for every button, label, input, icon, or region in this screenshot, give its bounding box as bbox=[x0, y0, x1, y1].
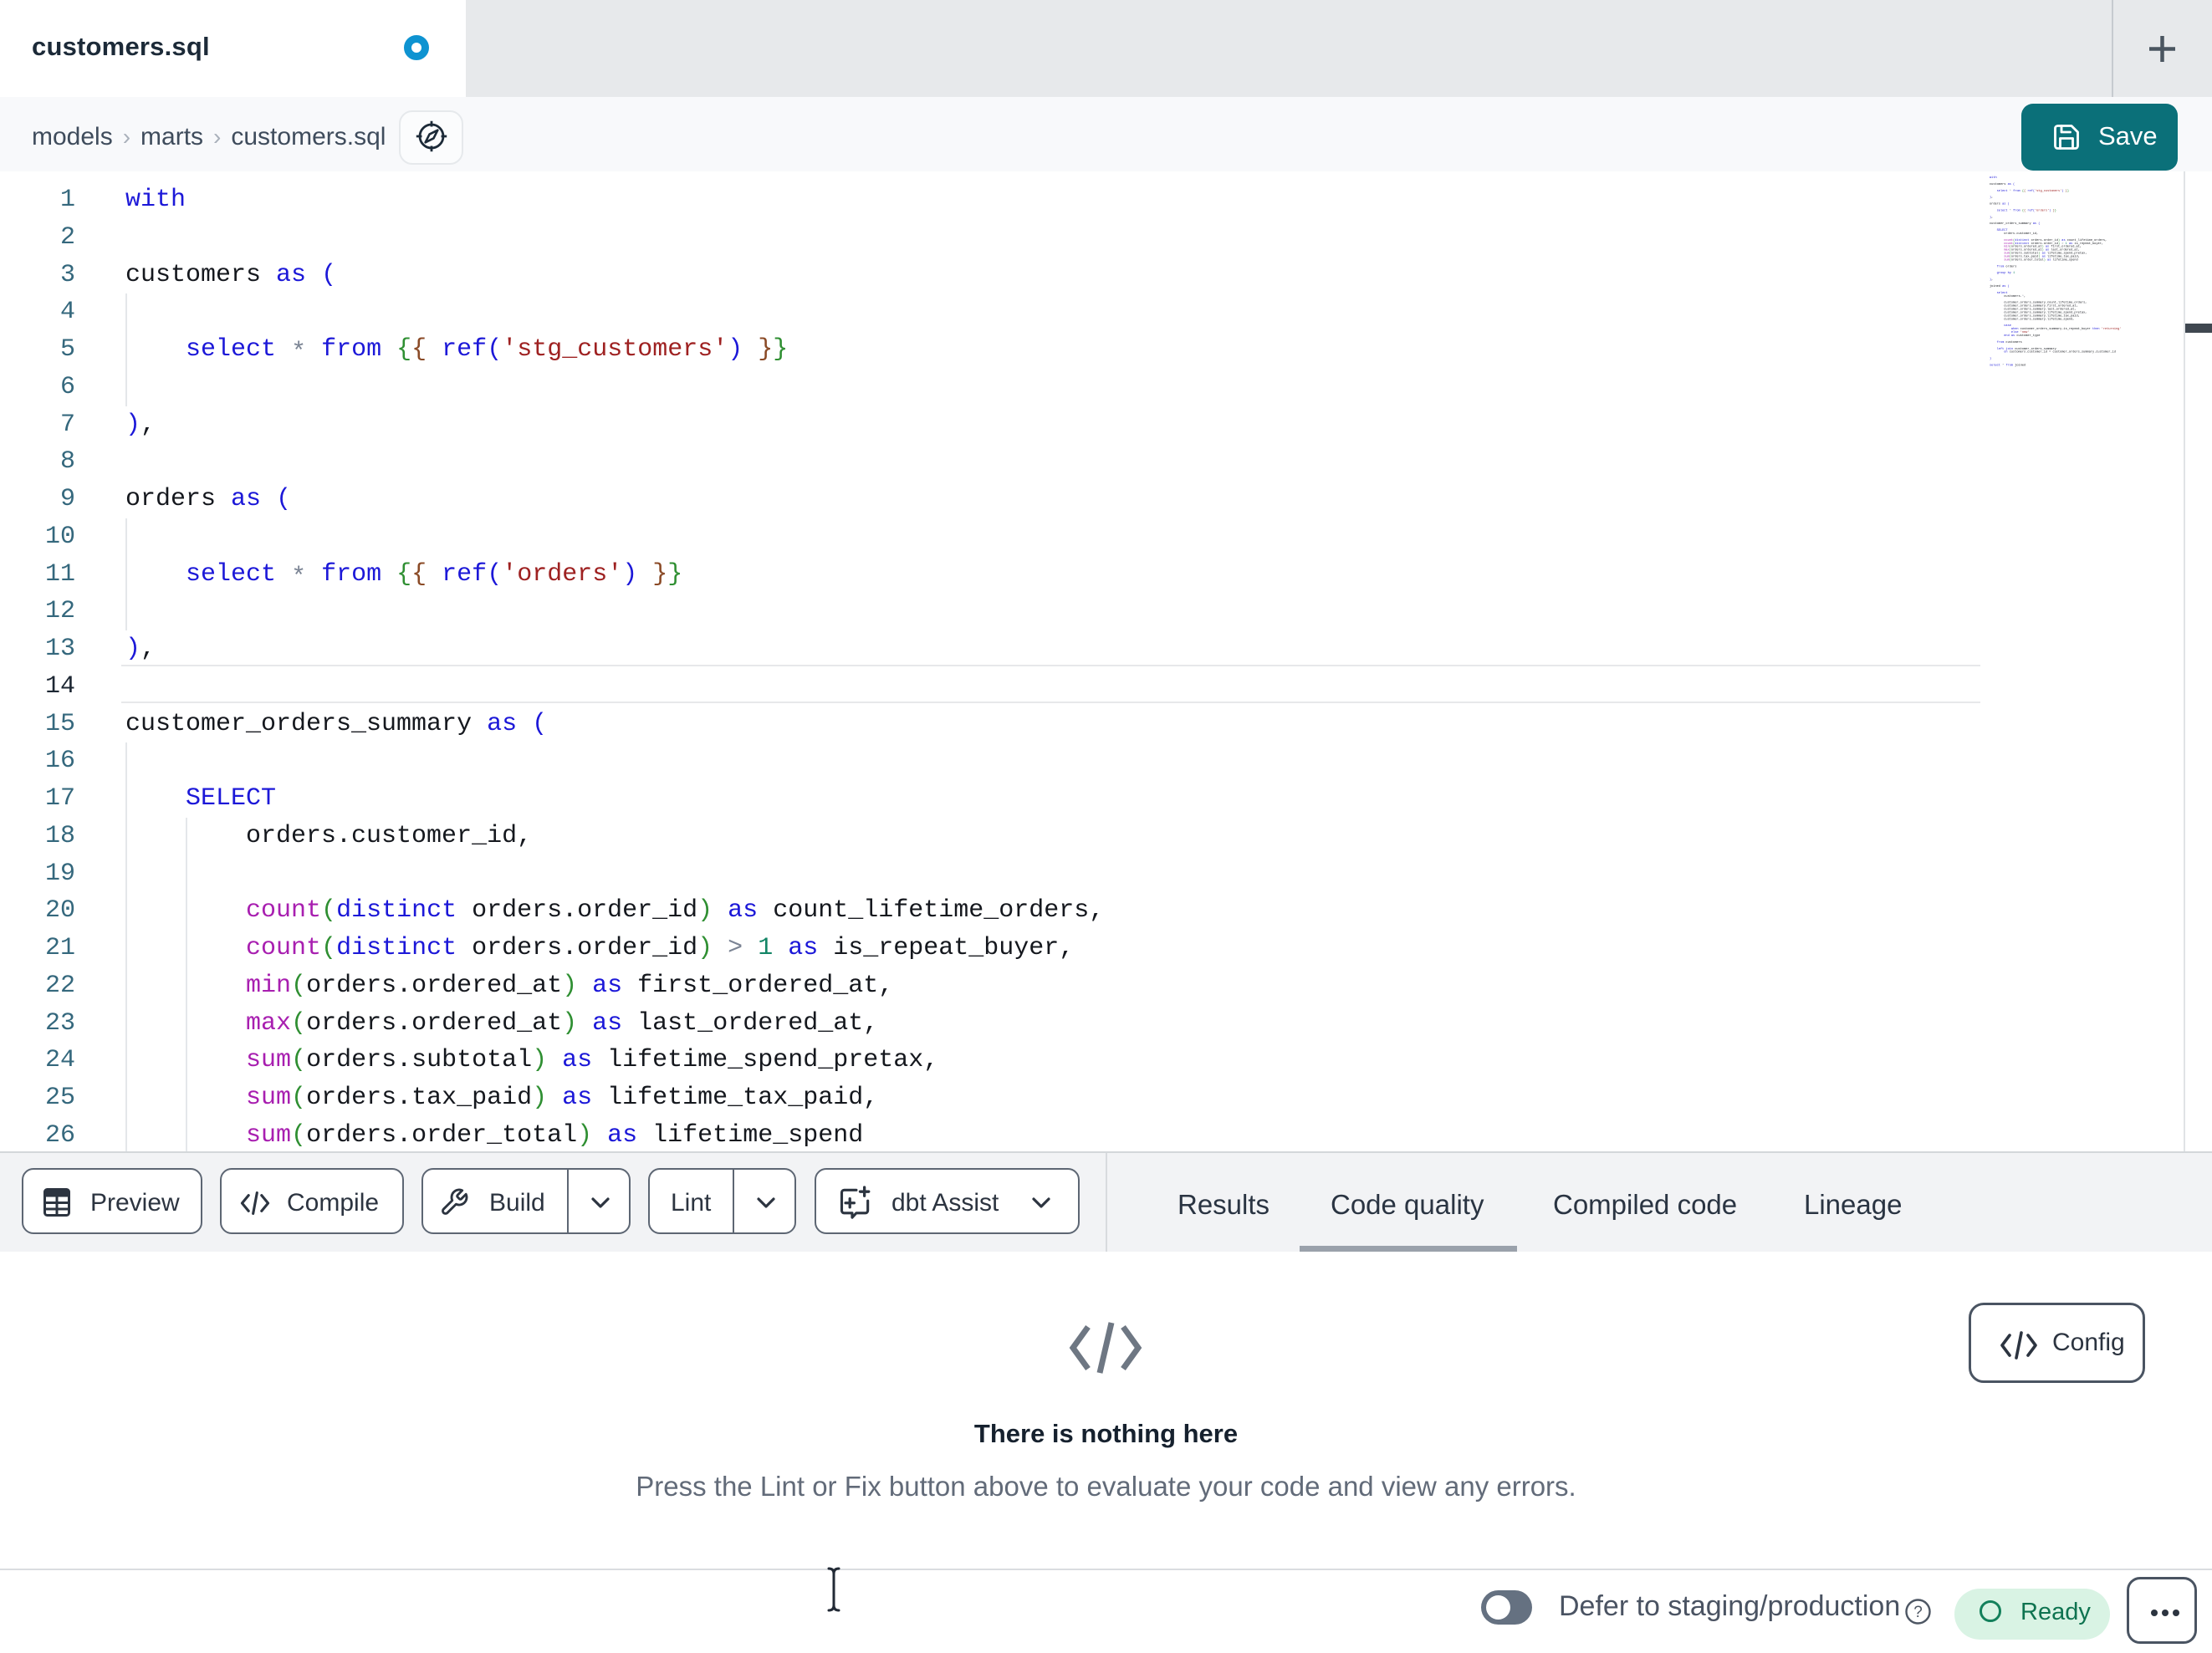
svg-text:?: ? bbox=[1913, 1604, 1923, 1621]
